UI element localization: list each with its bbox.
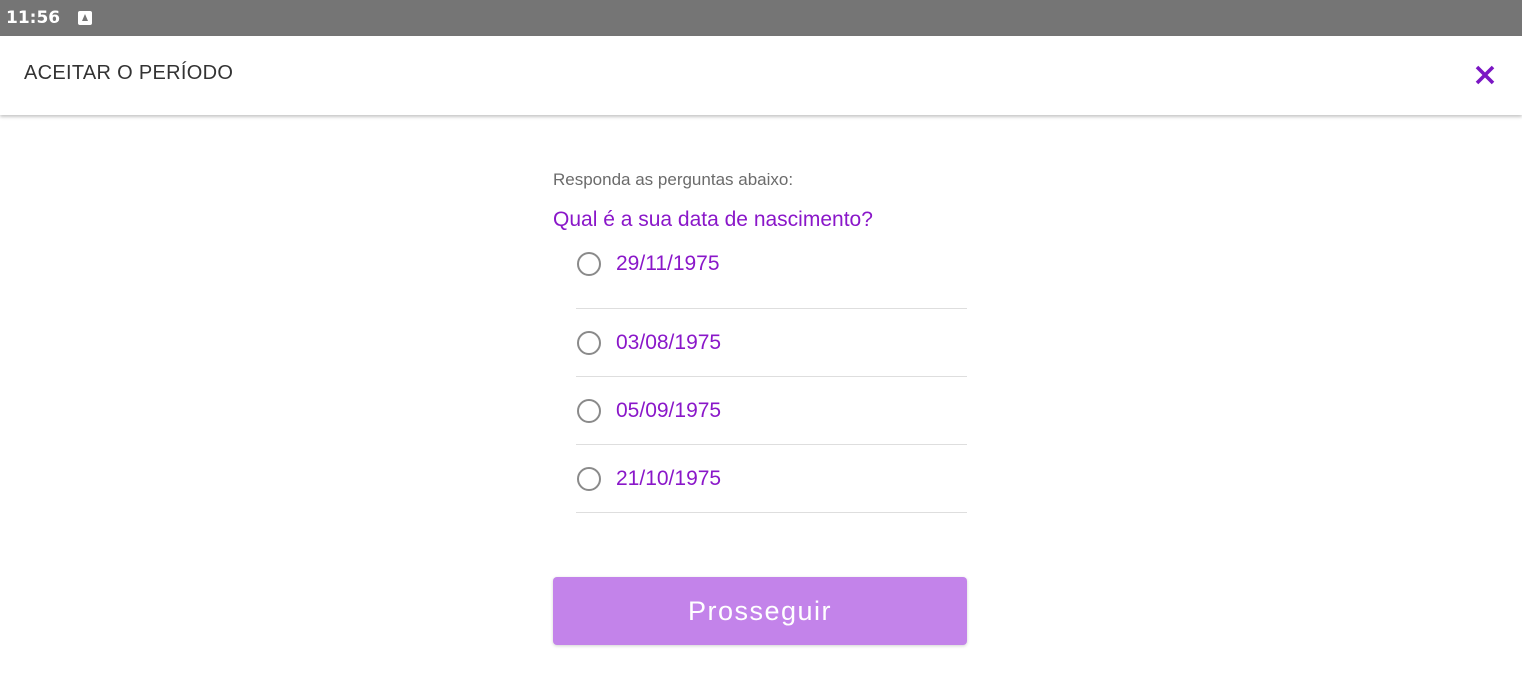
radio-option-label: 29/11/1975 bbox=[616, 252, 720, 275]
radio-option-label: 03/08/1975 bbox=[616, 330, 722, 354]
question-text: Qual é a sua data de nascimento? bbox=[553, 208, 873, 231]
radio-option[interactable]: 29/11/1975 bbox=[576, 246, 967, 309]
radio-option[interactable]: 03/08/1975 bbox=[576, 309, 967, 377]
radio-option-label: 21/10/1975 bbox=[616, 466, 722, 490]
close-icon bbox=[1475, 65, 1495, 85]
status-bar: 11:56 bbox=[0, 0, 1522, 36]
app-bar: ACEITAR O PERÍODO bbox=[0, 36, 1522, 115]
notification-icon bbox=[78, 11, 93, 25]
status-time: 11:56 bbox=[6, 8, 61, 28]
radio-button[interactable] bbox=[577, 466, 601, 491]
continue-button[interactable]: Prosseguir bbox=[553, 577, 967, 645]
radio-group: 29/11/1975 03/08/1975 05/09/1975 21/10/1… bbox=[576, 246, 967, 513]
page-title: ACEITAR O PERÍODO bbox=[24, 62, 234, 84]
instruction-text: Responda as perguntas abaixo: bbox=[553, 170, 794, 189]
question-form: Responda as perguntas abaixo: Qual é a s… bbox=[553, 160, 967, 513]
radio-option[interactable]: 05/09/1975 bbox=[576, 377, 967, 445]
radio-option-label: 05/09/1975 bbox=[616, 398, 722, 422]
close-button[interactable] bbox=[1470, 60, 1500, 90]
radio-button[interactable] bbox=[577, 398, 601, 423]
radio-option[interactable]: 21/10/1975 bbox=[576, 445, 967, 513]
radio-button[interactable] bbox=[577, 252, 601, 276]
radio-button[interactable] bbox=[577, 330, 601, 355]
